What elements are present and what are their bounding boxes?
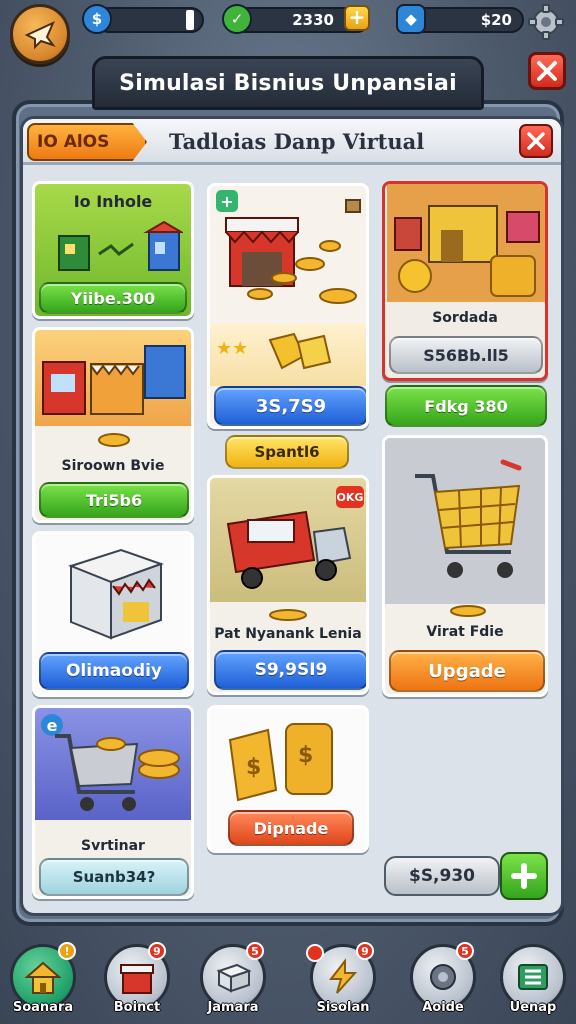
card-price-button[interactable]: S9,9SI9	[214, 650, 366, 690]
inner-panel: IO AlOS Tadloias Danp Virtual Io Inhole …	[20, 116, 564, 916]
truck-icon	[226, 510, 352, 589]
coin-icon	[269, 609, 307, 621]
card-label: Sordada	[432, 310, 498, 326]
coin-icon: $	[82, 4, 112, 34]
shop-card-svrtinar[interactable]: e Svrtinar Suanb34?	[32, 705, 194, 899]
card-price-button[interactable]: 3S,7S9	[214, 386, 366, 426]
coin-icon	[98, 433, 130, 447]
card-label: Pat Nyanank Lenia	[214, 626, 362, 642]
nav-label: Aoide	[422, 1000, 464, 1015]
next-button[interactable]	[500, 852, 548, 900]
card-buy-button[interactable]: Yiibe.300	[39, 282, 187, 314]
list-icon	[518, 964, 548, 990]
nav-label: Soanara	[12, 1000, 74, 1015]
nav-label: Uenap	[509, 1000, 557, 1015]
nav-badge: 9	[148, 942, 166, 960]
nav-label: Jamara	[207, 1000, 259, 1015]
inner-title: Tadloias Danp Virtual	[169, 129, 425, 154]
plane-icon	[24, 21, 56, 50]
shop-card-warehouse[interactable]: Sordada S56Bb.ll5	[382, 181, 548, 381]
card-buy-button[interactable]: Olimaodiy	[39, 652, 189, 690]
shop-card-truck[interactable]: OKG Pat Nyanank Lenia S9,9SI9	[207, 475, 369, 695]
nav-badge: !	[58, 942, 76, 960]
kiosk-icon	[68, 548, 164, 640]
close-inner-button[interactable]	[519, 124, 553, 158]
box-icon	[216, 963, 252, 993]
money-bag-icon: $ $	[228, 723, 333, 802]
close-icon	[537, 61, 557, 81]
bottom-navigation: ! Soanara 9 Boinct 5 Jamara 9 Sisolan 5 …	[0, 936, 576, 1024]
card-label: Io Inhole	[73, 192, 153, 211]
nav-label: Sisolan	[316, 1000, 370, 1015]
card-price-button[interactable]: Suanb34?	[39, 858, 189, 896]
shop-card-cart[interactable]: Virat Fdie Upgade	[382, 435, 548, 697]
coin-icon	[450, 605, 486, 617]
svg-text:$: $	[246, 755, 261, 780]
top-bar: $ 2330 ✓ + $20 ◆	[0, 0, 576, 64]
add-cash-button[interactable]: +	[344, 5, 370, 31]
category-badge-text: IO AlOS	[37, 132, 110, 152]
shop-card-stores[interactable]: Siroown Bvie Tri5b6	[32, 327, 194, 523]
card-buy-button[interactable]: Tri5b6	[39, 482, 189, 518]
gold-ticket-icon	[268, 332, 332, 370]
back-button[interactable]	[10, 4, 70, 64]
upgrade-button[interactable]: Dipnade	[228, 810, 354, 846]
warehouse-buy-button[interactable]: Fdkg 380	[385, 385, 547, 427]
inner-header: IO AlOS Tadloias Danp Virtual	[23, 119, 561, 165]
category-badge: IO AlOS	[27, 123, 147, 161]
card-price-display[interactable]: S56Bb.ll5	[389, 336, 543, 374]
close-icon	[527, 132, 545, 150]
upgrade-button[interactable]: Upgade	[389, 650, 545, 692]
card-label: Virat Fdie	[426, 624, 504, 640]
shop-building-icon	[58, 220, 183, 271]
shop-card-storefront[interactable]: + ★★ 3S,7S9	[207, 183, 369, 429]
stars-rating: ★★	[216, 338, 249, 359]
shop-card-moneybags[interactable]: $ $ Dipnade	[207, 705, 369, 853]
panel-title: Simulasi Bisnius Unpansiai	[92, 56, 484, 110]
shop-card-kiosk[interactable]: Olimaodiy	[32, 531, 194, 697]
nav-badge: 5	[246, 942, 264, 960]
nav-badge: 5	[456, 942, 474, 960]
shopping-cart-icon	[55, 734, 180, 811]
nav-badge: 9	[356, 942, 374, 960]
gear-icon[interactable]	[528, 4, 564, 40]
shopping-cart-icon	[415, 459, 522, 578]
special-tag-button[interactable]: Spantl6	[225, 435, 349, 469]
gems-value: $20	[480, 11, 512, 29]
nav-badge-left	[306, 944, 324, 962]
plus-icon	[511, 863, 537, 889]
cash-value: 2330	[292, 11, 334, 29]
shop-icon	[120, 964, 154, 994]
card-label: Svrtinar	[81, 838, 145, 854]
gem-icon: ◆	[396, 4, 426, 34]
shop-card-inhole[interactable]: Io Inhole Yiibe.300	[32, 181, 194, 319]
card-label: Siroown Bvie	[61, 458, 165, 474]
gear-icon	[430, 964, 456, 990]
storefront-icon	[225, 199, 361, 304]
svg-text:$: $	[298, 743, 313, 768]
total-price-display: $S,930	[384, 856, 500, 896]
warehouse-icon	[387, 184, 545, 302]
home-icon	[24, 961, 62, 994]
close-panel-button[interactable]	[528, 52, 566, 90]
stores-icon	[42, 345, 186, 415]
panel-title-text: Simulasi Bisnius Unpansiai	[119, 70, 457, 96]
nav-label: Boinct	[113, 1000, 161, 1015]
cash-icon: ✓	[222, 4, 252, 34]
coins-bar-divider	[186, 10, 194, 30]
lightning-icon	[328, 958, 358, 994]
